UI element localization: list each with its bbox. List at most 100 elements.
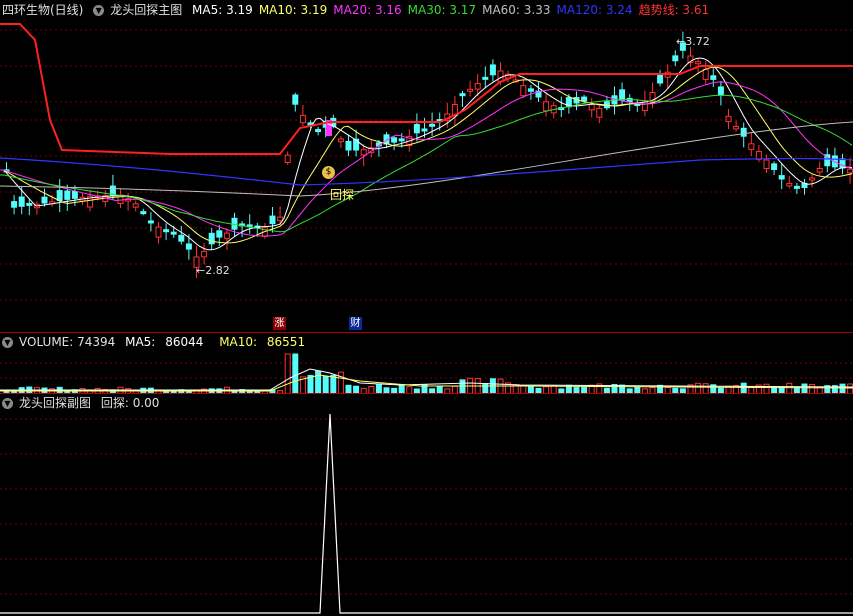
ma30-line [0,94,853,233]
candle-body [543,101,550,112]
ma-legend-item: MA20: 3.16 [333,3,402,17]
candle-body [733,125,740,130]
volume-label: VOLUME: 74394 [19,335,116,349]
candle-body [702,68,709,80]
signal-label: 回探 [330,188,355,202]
volume-bar [497,378,504,394]
candle-body [216,230,223,238]
candle-body [588,104,595,111]
candle-body [185,243,192,250]
signal-spike-line [0,413,853,614]
sub-options-icon[interactable]: ▼ [2,398,13,409]
candle-body [527,88,534,92]
candle-body [695,61,702,65]
candle-body [147,220,154,224]
ma-legend-item: MA30: 3.17 [407,3,477,17]
ma-legend-item: 趋势线: 3.61 [638,3,710,17]
high-price-label: ←3.72 [676,35,710,48]
candle-body [277,216,284,222]
price-chart[interactable] [0,0,853,332]
volume-header: ▼ VOLUME: 74394 MA5: 86044 MA10: 86551 [2,334,317,350]
candle-body [596,107,603,118]
candle-body [140,211,147,215]
candle-body [619,89,626,101]
ma120-line [0,157,853,186]
candle-body [315,129,322,133]
candle-body [489,64,496,76]
badge-cai[interactable]: 财 [349,317,362,330]
candle-body [672,55,679,62]
candle-body [170,231,177,235]
candle-body [786,182,793,187]
sub-indicator-pane[interactable]: ▼ 龙头回探副图 回探: 0.00 [0,393,853,616]
volume-bar [337,371,344,394]
candle-body [847,168,853,174]
candle-body [178,234,185,242]
candle-body [155,226,162,238]
volume-ma5: MA5: 86044 [125,335,204,349]
ma-legend-item: MA5: 3.19 [192,3,253,17]
candle-body [18,196,25,207]
candle-body [717,86,724,96]
badge-zhang[interactable]: 涨 [273,317,286,330]
candle-body [421,128,428,132]
candle-body [809,177,816,181]
candle-body [398,138,405,142]
candle-body [71,191,78,199]
volume-bar [459,379,466,394]
candle-body [292,94,299,105]
candle-body [467,88,474,92]
candle-body [208,232,215,245]
sub-indicator-chart[interactable] [0,394,853,616]
candle-body [581,96,588,102]
candle-body [778,175,785,180]
sub-title[interactable]: 龙头回探副图 [19,396,91,410]
candle-body [626,97,633,103]
ma-legend-item: MA10: 3.19 [258,3,328,17]
candle-body [641,101,648,112]
volume-ma10: MA10: 86551 [219,335,306,349]
candle-body [482,76,489,80]
volume-options-icon[interactable]: ▼ [2,337,13,348]
candle-body [11,201,18,208]
volume-bar [330,374,337,394]
candle-body [391,137,398,143]
candle-body [269,215,276,225]
candle-body [748,143,755,150]
ma-legend-item: MA120: 3.24 [556,3,633,17]
candle-body [337,138,344,143]
candle-body [520,85,527,97]
low-price-label: ←2.82 [196,264,230,277]
indicator-options-icon[interactable]: ▼ [93,5,105,16]
candle-body [793,185,800,189]
candle-body [429,123,436,127]
candle-body [474,83,481,90]
candle-body [56,190,63,201]
candle-body [740,127,747,137]
ma-legend: MA5: 3.19 MA10: 3.19 MA20: 3.16 MA30: 3.17 M… [192,3,715,17]
ma10-line [0,66,853,244]
candle-body [299,114,306,124]
candle-body [360,149,367,156]
candle-body [201,250,208,258]
sub-value: 回探: 0.00 [100,396,160,410]
candle-body [163,229,170,233]
main-chart-pane[interactable]: 四环生物(日线) ▼ 龙头回探主图 MA5: 3.19 MA10: 3.19 MA20… [0,0,853,332]
candle-body [771,163,778,171]
candle-body [132,203,139,208]
stock-name: 四环生物(日线) [2,3,84,17]
volume-bar [284,353,291,394]
candle-body [64,190,71,200]
candle-body [710,75,717,80]
indicator-name[interactable]: 龙头回探主图 [110,3,182,17]
candle-body [839,158,846,169]
candle-body [725,115,732,123]
money-bag-icon: $ [322,166,335,179]
candle-body [223,232,230,239]
volume-pane[interactable]: ▼ VOLUME: 74394 MA5: 86044 MA10: 86551 [0,332,853,394]
candle-body [816,168,823,173]
candle-body [345,140,352,151]
candle-body [763,159,770,170]
candle-body [657,73,664,84]
volume-bar [292,353,299,394]
